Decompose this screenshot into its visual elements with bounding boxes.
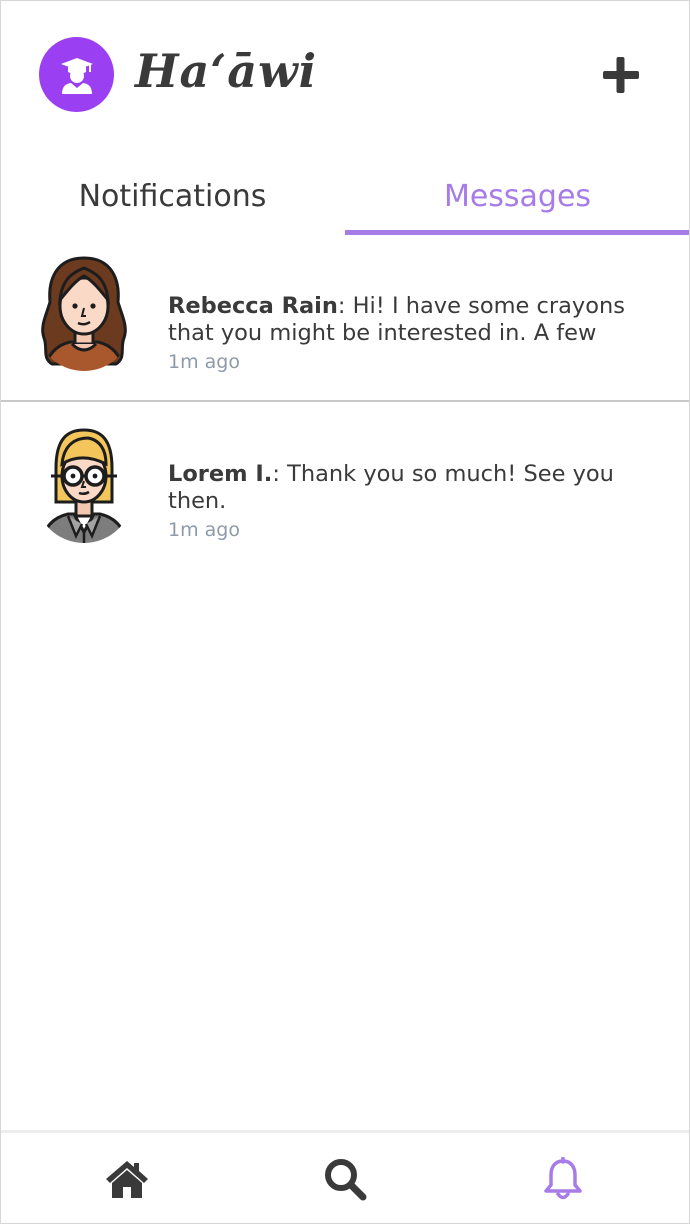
message-time: 1m ago xyxy=(168,519,240,541)
woman-brown-hair-avatar xyxy=(40,256,128,371)
bell-icon xyxy=(544,1157,582,1200)
message-preview: Lorem I.: Thank you so much! See you the… xyxy=(168,461,638,515)
avatar xyxy=(34,424,134,552)
tab-bar: Notifications Messages xyxy=(0,160,690,236)
plus-icon xyxy=(603,57,639,93)
sender-separator: : xyxy=(272,461,288,487)
tab-notifications[interactable]: Notifications xyxy=(0,160,345,232)
nav-home-button[interactable] xyxy=(103,1155,151,1203)
home-icon xyxy=(106,1161,148,1198)
message-preview: Rebecca Rain: Hi! I have some crayons th… xyxy=(168,293,638,347)
app-header: Haʻāwi xyxy=(0,0,690,150)
message-time: 1m ago xyxy=(168,351,240,373)
sender-separator: : xyxy=(337,293,353,319)
add-button[interactable] xyxy=(600,54,642,96)
profile-button[interactable] xyxy=(39,37,114,112)
message-item[interactable]: Rebecca Rain: Hi! I have some crayons th… xyxy=(1,240,689,402)
sender-name: Rebecca Rain xyxy=(168,293,338,319)
graduate-user-icon xyxy=(60,57,93,94)
nav-search-button[interactable] xyxy=(321,1155,369,1203)
bottom-nav xyxy=(1,1130,689,1223)
avatar xyxy=(34,256,134,384)
woman-glasses-blonde-avatar xyxy=(38,428,130,543)
active-tab-indicator xyxy=(345,230,689,235)
search-icon xyxy=(325,1159,367,1201)
app-logo: Haʻāwi xyxy=(135,44,318,98)
nav-notifications-button[interactable] xyxy=(539,1155,587,1203)
tab-messages[interactable]: Messages xyxy=(345,160,690,232)
message-item[interactable]: Lorem I.: Thank you so much! See you the… xyxy=(1,404,689,566)
sender-name: Lorem I. xyxy=(168,461,273,487)
